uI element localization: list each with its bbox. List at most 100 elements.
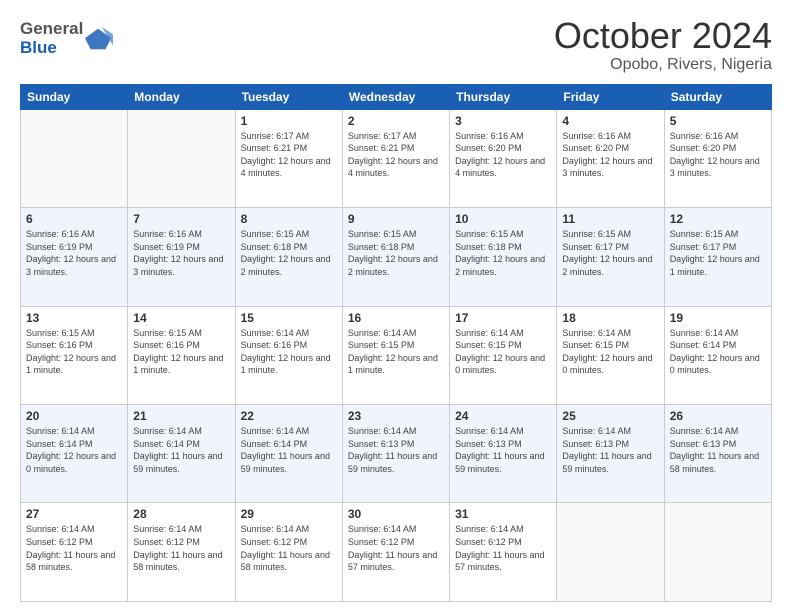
page: General Blue October 2024 Opobo, Rivers,… [0, 0, 792, 612]
day-number: 23 [348, 409, 444, 423]
day-info: Sunrise: 6:16 AMSunset: 6:19 PMDaylight:… [26, 228, 122, 278]
calendar-cell: 18 Sunrise: 6:14 AMSunset: 6:15 PMDayligh… [557, 306, 664, 404]
day-number: 18 [562, 311, 658, 325]
day-info: Sunrise: 6:15 AMSunset: 6:16 PMDaylight:… [133, 327, 229, 377]
calendar-cell: 11 Sunrise: 6:15 AMSunset: 6:17 PMDayligh… [557, 208, 664, 306]
calendar-cell: 22 Sunrise: 6:14 AMSunset: 6:14 PMDayligh… [235, 405, 342, 503]
calendar-cell: 2 Sunrise: 6:17 AMSunset: 6:21 PMDaylight… [342, 109, 449, 207]
calendar-cell: 20 Sunrise: 6:14 AMSunset: 6:14 PMDayligh… [21, 405, 128, 503]
day-number: 3 [455, 114, 551, 128]
subtitle: Opobo, Rivers, Nigeria [554, 56, 772, 74]
day-info: Sunrise: 6:14 AMSunset: 6:14 PMDaylight:… [26, 425, 122, 475]
day-info: Sunrise: 6:17 AMSunset: 6:21 PMDaylight:… [348, 130, 444, 180]
calendar-cell: 21 Sunrise: 6:14 AMSunset: 6:14 PMDayligh… [128, 405, 235, 503]
day-info: Sunrise: 6:14 AMSunset: 6:15 PMDaylight:… [455, 327, 551, 377]
calendar-cell: 9 Sunrise: 6:15 AMSunset: 6:18 PMDaylight… [342, 208, 449, 306]
day-info: Sunrise: 6:16 AMSunset: 6:20 PMDaylight:… [562, 130, 658, 180]
day-info: Sunrise: 6:15 AMSunset: 6:18 PMDaylight:… [241, 228, 337, 278]
day-info: Sunrise: 6:14 AMSunset: 6:15 PMDaylight:… [562, 327, 658, 377]
calendar-cell: 4 Sunrise: 6:16 AMSunset: 6:20 PMDaylight… [557, 109, 664, 207]
day-number: 15 [241, 311, 337, 325]
day-number: 11 [562, 212, 658, 226]
calendar-cell: 25 Sunrise: 6:14 AMSunset: 6:13 PMDayligh… [557, 405, 664, 503]
logo: General Blue [20, 20, 113, 57]
col-header-monday: Monday [128, 84, 235, 109]
day-info: Sunrise: 6:14 AMSunset: 6:14 PMDaylight:… [241, 425, 337, 475]
calendar-cell: 24 Sunrise: 6:14 AMSunset: 6:13 PMDayligh… [450, 405, 557, 503]
day-number: 30 [348, 507, 444, 521]
logo-line1: General [20, 20, 83, 39]
calendar-header-row: SundayMondayTuesdayWednesdayThursdayFrid… [21, 84, 772, 109]
calendar-cell: 7 Sunrise: 6:16 AMSunset: 6:19 PMDaylight… [128, 208, 235, 306]
day-info: Sunrise: 6:15 AMSunset: 6:16 PMDaylight:… [26, 327, 122, 377]
calendar-cell: 14 Sunrise: 6:15 AMSunset: 6:16 PMDayligh… [128, 306, 235, 404]
day-number: 19 [670, 311, 766, 325]
title-block: October 2024 Opobo, Rivers, Nigeria [554, 16, 772, 74]
day-number: 17 [455, 311, 551, 325]
day-info: Sunrise: 6:14 AMSunset: 6:12 PMDaylight:… [26, 523, 122, 573]
calendar-cell: 6 Sunrise: 6:16 AMSunset: 6:19 PMDaylight… [21, 208, 128, 306]
calendar-cell: 19 Sunrise: 6:14 AMSunset: 6:14 PMDayligh… [664, 306, 771, 404]
calendar-cell: 1Sunrise: 6:17 AMSunset: 6:21 PMDaylight… [235, 109, 342, 207]
day-info: Sunrise: 6:15 AMSunset: 6:18 PMDaylight:… [348, 228, 444, 278]
day-number: 29 [241, 507, 337, 521]
day-number: 9 [348, 212, 444, 226]
day-number: 14 [133, 311, 229, 325]
calendar-cell: 29Sunrise: 6:14 AMSunset: 6:12 PMDayligh… [235, 503, 342, 602]
day-info: Sunrise: 6:16 AMSunset: 6:20 PMDaylight:… [670, 130, 766, 180]
calendar-cell: 28 Sunrise: 6:14 AMSunset: 6:12 PMDayligh… [128, 503, 235, 602]
main-title: October 2024 [554, 16, 772, 56]
day-info: Sunrise: 6:14 AMSunset: 6:13 PMDaylight:… [562, 425, 658, 475]
day-number: 6 [26, 212, 122, 226]
col-header-friday: Friday [557, 84, 664, 109]
day-number: 24 [455, 409, 551, 423]
day-number: 25 [562, 409, 658, 423]
day-number: 7 [133, 212, 229, 226]
col-header-saturday: Saturday [664, 84, 771, 109]
calendar-cell: 23Sunrise: 6:14 AMSunset: 6:13 PMDayligh… [342, 405, 449, 503]
calendar-cell: 31Sunrise: 6:14 AMSunset: 6:12 PMDayligh… [450, 503, 557, 602]
col-header-wednesday: Wednesday [342, 84, 449, 109]
day-number: 12 [670, 212, 766, 226]
calendar-cell: 12 Sunrise: 6:15 AMSunset: 6:17 PMDayligh… [664, 208, 771, 306]
calendar-cell: 15Sunrise: 6:14 AMSunset: 6:16 PMDayligh… [235, 306, 342, 404]
calendar-cell: 26Sunrise: 6:14 AMSunset: 6:13 PMDayligh… [664, 405, 771, 503]
day-number: 21 [133, 409, 229, 423]
calendar-cell: 16Sunrise: 6:14 AMSunset: 6:15 PMDayligh… [342, 306, 449, 404]
calendar-cell: 10 Sunrise: 6:15 AMSunset: 6:18 PMDayligh… [450, 208, 557, 306]
calendar-cell: 30 Sunrise: 6:14 AMSunset: 6:12 PMDayligh… [342, 503, 449, 602]
col-header-tuesday: Tuesday [235, 84, 342, 109]
day-number: 27 [26, 507, 122, 521]
day-info: Sunrise: 6:14 AMSunset: 6:14 PMDaylight:… [670, 327, 766, 377]
day-info: Sunrise: 6:14 AMSunset: 6:14 PMDaylight:… [133, 425, 229, 475]
logo-icon [85, 25, 113, 53]
day-number: 28 [133, 507, 229, 521]
day-info: Sunrise: 6:14 AMSunset: 6:12 PMDaylight:… [133, 523, 229, 573]
day-info: Sunrise: 6:16 AMSunset: 6:20 PMDaylight:… [455, 130, 551, 180]
calendar-table: SundayMondayTuesdayWednesdayThursdayFrid… [20, 84, 772, 602]
logo-line2: Blue [20, 39, 83, 58]
day-info: Sunrise: 6:16 AMSunset: 6:19 PMDaylight:… [133, 228, 229, 278]
calendar-cell: 13 Sunrise: 6:15 AMSunset: 6:16 PMDayligh… [21, 306, 128, 404]
day-number: 10 [455, 212, 551, 226]
calendar-week-5: 27 Sunrise: 6:14 AMSunset: 6:12 PMDayligh… [21, 503, 772, 602]
day-info: Sunrise: 6:15 AMSunset: 6:17 PMDaylight:… [670, 228, 766, 278]
calendar-cell [128, 109, 235, 207]
day-number: 2 [348, 114, 444, 128]
day-info: Sunrise: 6:14 AMSunset: 6:13 PMDaylight:… [455, 425, 551, 475]
day-number: 20 [26, 409, 122, 423]
calendar-week-3: 13 Sunrise: 6:15 AMSunset: 6:16 PMDayligh… [21, 306, 772, 404]
day-info: Sunrise: 6:14 AMSunset: 6:12 PMDaylight:… [455, 523, 551, 573]
day-number: 4 [562, 114, 658, 128]
calendar-cell: 17 Sunrise: 6:14 AMSunset: 6:15 PMDayligh… [450, 306, 557, 404]
calendar-cell: 3 Sunrise: 6:16 AMSunset: 6:20 PMDaylight… [450, 109, 557, 207]
day-info: Sunrise: 6:15 AMSunset: 6:17 PMDaylight:… [562, 228, 658, 278]
day-info: Sunrise: 6:15 AMSunset: 6:18 PMDaylight:… [455, 228, 551, 278]
calendar-week-1: 1Sunrise: 6:17 AMSunset: 6:21 PMDaylight… [21, 109, 772, 207]
calendar-cell: 27 Sunrise: 6:14 AMSunset: 6:12 PMDayligh… [21, 503, 128, 602]
day-number: 22 [241, 409, 337, 423]
day-info: Sunrise: 6:14 AMSunset: 6:12 PMDaylight:… [348, 523, 444, 573]
calendar-cell [21, 109, 128, 207]
col-header-sunday: Sunday [21, 84, 128, 109]
day-number: 13 [26, 311, 122, 325]
